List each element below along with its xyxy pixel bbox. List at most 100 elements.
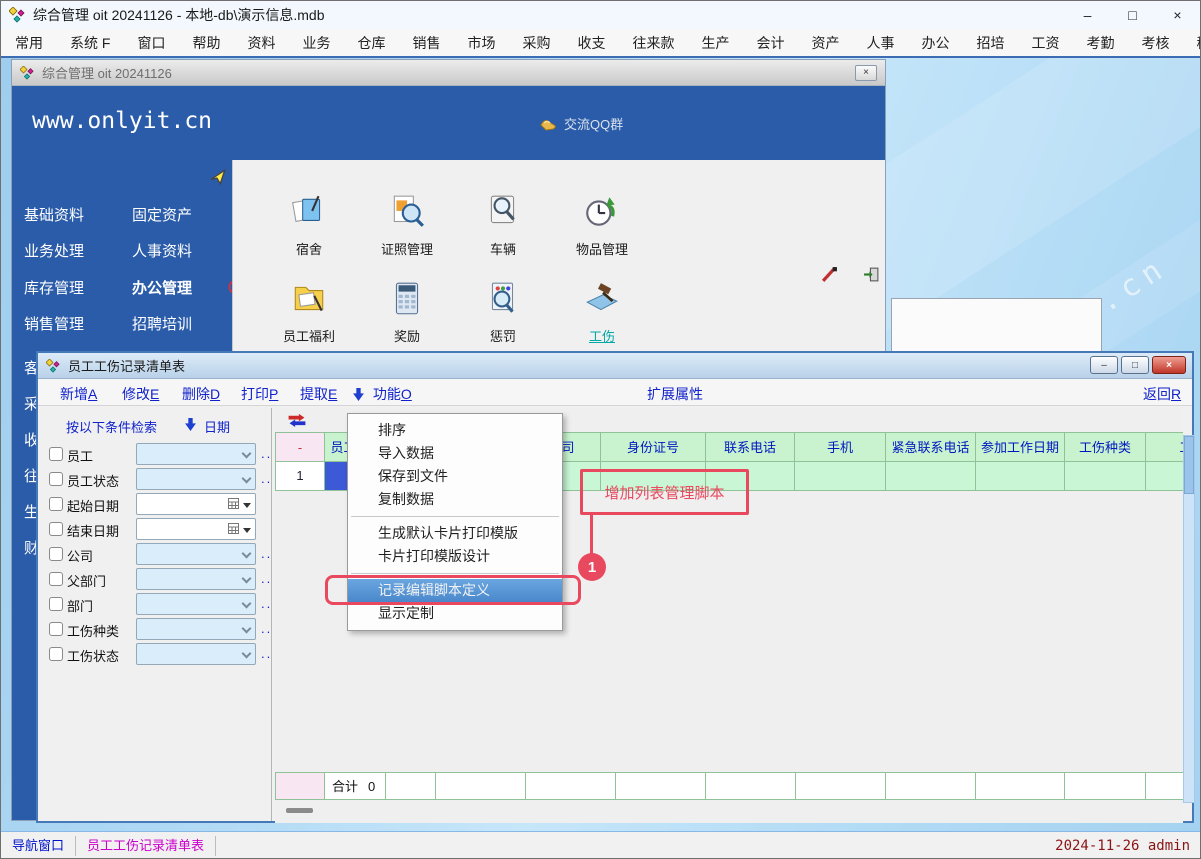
injury-type-select[interactable] — [136, 618, 256, 640]
menu-item-秘书[interactable]: 秘书 — [1196, 33, 1201, 53]
customize-icon[interactable] — [821, 266, 838, 283]
module-icon-宿舍[interactable]: 宿舍 — [273, 193, 345, 258]
filter-checkbox[interactable] — [49, 572, 63, 586]
menu-item-销售[interactable]: 销售 — [412, 33, 440, 53]
menu-item-业务[interactable]: 业务 — [302, 33, 330, 53]
column-header-紧急联系电话[interactable]: 紧急联系电话 — [886, 432, 976, 462]
browse-dots-button[interactable]: .. — [261, 646, 272, 661]
functions-menu-button[interactable]: 功能O — [353, 384, 412, 404]
end-date-input[interactable] — [136, 518, 256, 540]
sidebar-item-库存管理[interactable]: 库存管理 — [24, 277, 84, 298]
horizontal-scroll-thumb[interactable] — [286, 808, 313, 813]
filter-checkbox[interactable] — [49, 547, 63, 561]
menu-item-市场[interactable]: 市场 — [467, 33, 495, 53]
employee-status-select[interactable] — [136, 468, 256, 490]
browse-dots-button[interactable]: .. — [261, 621, 272, 636]
sort-field-button[interactable]: 日期 — [204, 417, 230, 436]
new-button[interactable]: 新增A — [60, 384, 97, 404]
menu-item-仓库[interactable]: 仓库 — [357, 33, 385, 53]
dialog-minimize-button[interactable]: – — [1090, 356, 1118, 374]
sidebar-item-人事资料[interactable]: 人事资料 — [132, 240, 192, 261]
table-cell[interactable] — [886, 462, 976, 491]
swap-columns-icon[interactable] — [286, 413, 308, 427]
back-button[interactable]: 返回R — [1143, 384, 1181, 404]
delete-button[interactable]: 删除D — [182, 384, 220, 404]
sidebar-item-办公管理[interactable]: 办公管理 — [132, 277, 192, 298]
company-select[interactable] — [136, 543, 256, 565]
column-header-身份证号[interactable]: 身份证号 — [601, 432, 706, 462]
menu-item-会计[interactable]: 会计 — [756, 33, 784, 53]
filter-checkbox[interactable] — [49, 497, 63, 511]
table-cell[interactable] — [1146, 462, 1183, 491]
extract-button[interactable]: 提取E — [300, 384, 337, 404]
menu-item-收支[interactable]: 收支 — [577, 33, 605, 53]
sidebar-item-基础资料[interactable]: 基础资料 — [24, 204, 84, 225]
status-nav-window-tab[interactable]: 导航窗口 — [1, 836, 76, 856]
exit-icon[interactable] — [863, 266, 880, 283]
menu-item-帮助[interactable]: 帮助 — [192, 33, 220, 53]
injury-status-select[interactable] — [136, 643, 256, 665]
filter-checkbox[interactable] — [49, 447, 63, 461]
menu-item-导入数据[interactable]: 导入数据 — [348, 442, 562, 465]
vertical-scrollbar[interactable] — [1183, 435, 1195, 803]
menu-item-往来款[interactable]: 往来款 — [632, 33, 674, 53]
menu-item-常用[interactable]: 常用 — [15, 33, 43, 53]
menu-item-人事[interactable]: 人事 — [866, 33, 894, 53]
menu-item-生产[interactable]: 生产 — [701, 33, 729, 53]
sidebar-item-固定资产[interactable]: 固定资产 — [132, 204, 192, 225]
filter-checkbox[interactable] — [49, 647, 63, 661]
module-icon-奖励[interactable]: 奖励 — [371, 280, 443, 345]
browse-dots-button[interactable]: .. — [261, 596, 272, 611]
close-button[interactable]: × — [1155, 1, 1200, 29]
module-icon-车辆[interactable]: 车辆 — [467, 193, 539, 258]
browse-dots-button[interactable]: .. — [261, 546, 272, 561]
menu-item-采购[interactable]: 采购 — [522, 33, 550, 53]
department-select[interactable] — [136, 593, 256, 615]
vertical-scroll-thumb[interactable] — [1184, 436, 1194, 494]
menu-item-系统[interactable]: 系统 F — [70, 33, 110, 53]
edit-button[interactable]: 修改E — [122, 384, 159, 404]
column-header-工伤种类[interactable]: 工伤种类 — [1065, 432, 1146, 462]
extended-properties-button[interactable]: 扩展属性 — [647, 384, 703, 404]
dialog-maximize-button[interactable]: □ — [1121, 356, 1149, 374]
dialog-close-button[interactable]: × — [1152, 356, 1186, 374]
filter-checkbox[interactable] — [49, 622, 63, 636]
maximize-button[interactable]: □ — [1110, 1, 1155, 29]
menu-item-考勤[interactable]: 考勤 — [1086, 33, 1114, 53]
browse-dots-button[interactable]: .. — [261, 571, 272, 586]
column-header-工伤日期[interactable]: 工伤日期 — [1146, 432, 1183, 462]
sidebar-item-业务处理[interactable]: 业务处理 — [24, 240, 84, 261]
column-header-手机[interactable]: 手机 — [795, 432, 886, 462]
table-cell[interactable] — [795, 462, 886, 491]
status-open-window-tab[interactable]: 员工工伤记录清单表 — [76, 836, 216, 856]
parent-department-select[interactable] — [136, 568, 256, 590]
filter-checkbox[interactable] — [49, 472, 63, 486]
menu-item-工资[interactable]: 工资 — [1031, 33, 1059, 53]
filter-checkbox[interactable] — [49, 597, 63, 611]
menu-item-生成默认卡片打印模版[interactable]: 生成默认卡片打印模版 — [348, 522, 562, 545]
menu-item-显示定制[interactable]: 显示定制 — [348, 602, 562, 625]
menu-item-保存到文件[interactable]: 保存到文件 — [348, 465, 562, 488]
module-icon-物品管理[interactable]: 物品管理 — [566, 193, 638, 258]
menu-item-窗口[interactable]: 窗口 — [137, 33, 165, 53]
menu-item-资料[interactable]: 资料 — [247, 33, 275, 53]
employee-select[interactable] — [136, 443, 256, 465]
menu-item-办公[interactable]: 办公 — [921, 33, 949, 53]
print-button[interactable]: 打印P — [241, 384, 278, 404]
sidebar-item-招聘培训[interactable]: 招聘培训 — [132, 313, 192, 334]
browse-dots-button[interactable]: .. — [261, 446, 272, 461]
module-icon-证照管理[interactable]: 证照管理 — [371, 193, 443, 258]
module-icon-惩罚[interactable]: 惩罚 — [467, 280, 539, 345]
menu-item-复制数据[interactable]: 复制数据 — [348, 488, 562, 511]
module-icon-工伤[interactable]: 工伤 — [566, 280, 638, 345]
column-header-参加工作日期[interactable]: 参加工作日期 — [976, 432, 1065, 462]
sidebar-item-销售管理[interactable]: 销售管理 — [24, 313, 84, 334]
start-date-input[interactable] — [136, 493, 256, 515]
module-icon-员工福利[interactable]: 员工福利 — [273, 280, 345, 345]
filter-checkbox[interactable] — [49, 522, 63, 536]
menu-item-招培[interactable]: 招培 — [976, 33, 1004, 53]
column-header-联系电话[interactable]: 联系电话 — [706, 432, 795, 462]
menu-item-资产[interactable]: 资产 — [811, 33, 839, 53]
table-cell[interactable] — [1065, 462, 1146, 491]
menu-item-考核[interactable]: 考核 — [1141, 33, 1169, 53]
